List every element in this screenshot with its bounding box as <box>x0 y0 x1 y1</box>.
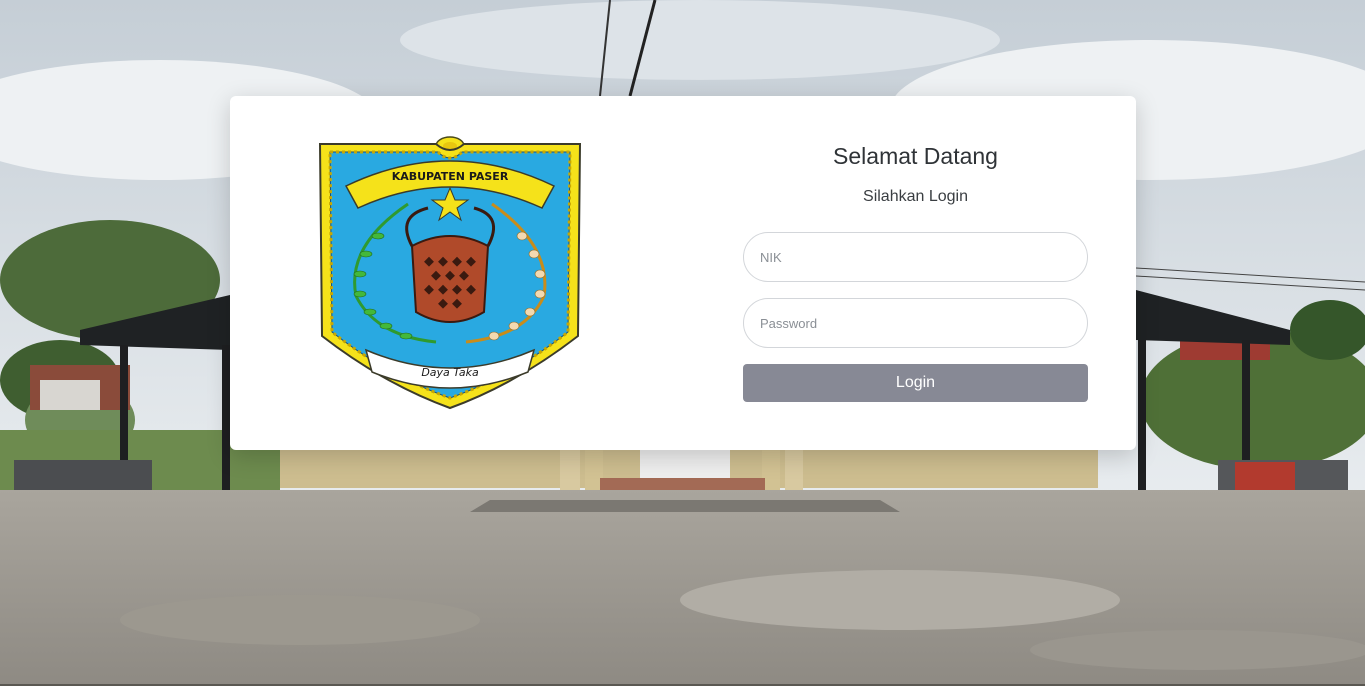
emblem-banner-text: KABUPATEN PASER <box>392 170 509 183</box>
welcome-title: Selamat Datang <box>833 143 998 169</box>
kabupaten-paser-emblem-icon: KABUPATEN PASER Daya Taka <box>316 136 584 410</box>
emblem-motto-text: Daya Taka <box>421 366 479 379</box>
password-input[interactable] <box>743 298 1088 348</box>
nik-input[interactable] <box>743 232 1088 282</box>
login-card: KABUPATEN PASER Daya Taka Selamat Datang… <box>230 96 1136 450</box>
login-form: Selamat Datang Silahkan Login Login <box>743 96 1088 450</box>
login-subtitle: Silahkan Login <box>863 188 968 205</box>
login-button[interactable]: Login <box>743 364 1088 402</box>
